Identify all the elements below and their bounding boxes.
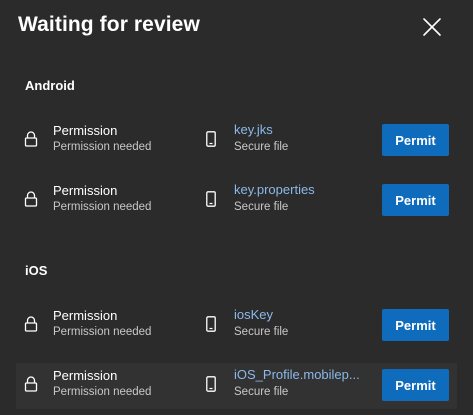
permission-status: Permission needed bbox=[53, 141, 152, 153]
permission-title: Permission bbox=[53, 308, 118, 323]
review-row-ioskey: Permission Permission needed iosKey Secu… bbox=[16, 303, 457, 349]
permit-button[interactable]: Permit bbox=[382, 124, 449, 156]
secure-file-link[interactable]: iOS_Profile.mobilep... bbox=[234, 367, 372, 382]
dialog-title: Waiting for review bbox=[18, 13, 200, 36]
lock-icon bbox=[24, 316, 38, 332]
permit-button[interactable]: Permit bbox=[382, 369, 449, 401]
lock-icon bbox=[24, 191, 38, 207]
permission-status: Permission needed bbox=[53, 386, 152, 398]
section-heading-android: Android bbox=[25, 78, 75, 93]
phone-icon bbox=[206, 191, 216, 207]
phone-icon bbox=[206, 376, 216, 392]
phone-icon bbox=[206, 316, 216, 332]
secure-file-link[interactable]: iosKey bbox=[234, 307, 372, 322]
resource-type: Secure file bbox=[234, 326, 289, 338]
resource-type: Secure file bbox=[234, 201, 289, 213]
permit-button[interactable]: Permit bbox=[382, 309, 449, 341]
permission-status: Permission needed bbox=[53, 326, 152, 338]
review-row-ios-profile: Permission Permission needed iOS_Profile… bbox=[16, 363, 457, 409]
review-row-key-jks: Permission Permission needed key.jks Sec… bbox=[16, 118, 457, 164]
permission-title: Permission bbox=[53, 183, 118, 198]
secure-file-link[interactable]: key.properties bbox=[234, 182, 372, 197]
close-icon bbox=[423, 18, 441, 36]
resource-type: Secure file bbox=[234, 386, 289, 398]
permission-title: Permission bbox=[53, 368, 118, 383]
lock-icon bbox=[24, 376, 38, 392]
lock-icon bbox=[24, 131, 38, 147]
review-dialog: Waiting for review Android Permission Pe… bbox=[0, 0, 473, 415]
permit-button[interactable]: Permit bbox=[382, 184, 449, 216]
section-heading-ios: iOS bbox=[25, 263, 48, 278]
permission-status: Permission needed bbox=[53, 201, 152, 213]
review-row-key-properties: Permission Permission needed key.propert… bbox=[16, 178, 457, 224]
phone-icon bbox=[206, 131, 216, 147]
secure-file-link[interactable]: key.jks bbox=[234, 122, 372, 137]
permission-title: Permission bbox=[53, 123, 118, 138]
close-button[interactable] bbox=[420, 15, 444, 39]
resource-type: Secure file bbox=[234, 141, 289, 153]
